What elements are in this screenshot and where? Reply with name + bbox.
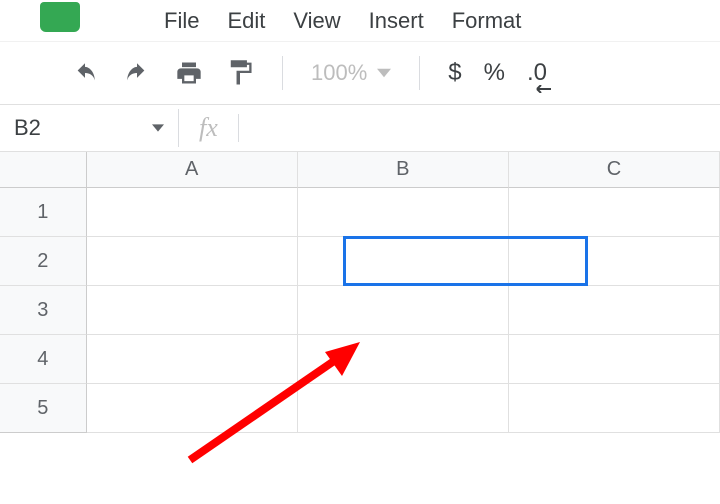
app-logo [40,2,80,32]
format-percent-button[interactable]: % [484,59,505,87]
redo-icon[interactable] [122,62,152,84]
cell-a1[interactable] [87,188,298,237]
column-header-c[interactable]: C [509,152,720,188]
toolbar-divider [419,56,420,90]
menu-format[interactable]: Format [438,8,536,34]
row-header-5[interactable]: 5 [0,384,87,433]
cell-c2[interactable] [509,237,720,286]
cell-b5[interactable] [298,384,509,433]
cell-a3[interactable] [87,286,298,335]
toolbar: 100% $ % .0 [0,42,720,104]
column-header-a[interactable]: A [87,152,298,188]
menu-file[interactable]: File [150,8,213,34]
menu-insert[interactable]: Insert [355,8,438,34]
row-header-2[interactable]: 2 [0,237,87,286]
cell-c3[interactable] [509,286,720,335]
menu-bar: File Edit View Insert Format [0,0,720,42]
column-header-b[interactable]: B [298,152,509,188]
cell-c5[interactable] [509,384,720,433]
row-header-1[interactable]: 1 [0,188,87,237]
row-header-4[interactable]: 4 [0,335,87,384]
select-all-corner[interactable] [0,152,87,188]
cell-b2[interactable] [298,237,509,286]
cell-c4[interactable] [509,335,720,384]
print-icon[interactable] [174,59,204,87]
undo-icon[interactable] [70,62,100,84]
cell-a2[interactable] [87,237,298,286]
fx-label: fx [179,113,238,143]
cell-a4[interactable] [87,335,298,384]
menu-edit[interactable]: Edit [213,8,279,34]
paint-format-icon[interactable] [226,58,254,88]
cell-a5[interactable] [87,384,298,433]
chevron-down-icon [377,68,391,78]
name-box[interactable]: B2 [0,115,178,141]
menu-view[interactable]: View [279,8,354,34]
formula-bar-row: B2 fx [0,104,720,152]
toolbar-divider [282,56,283,90]
cell-b1[interactable] [298,188,509,237]
row-header-3[interactable]: 3 [0,286,87,335]
cell-c1[interactable] [509,188,720,237]
format-currency-button[interactable]: $ [448,59,461,87]
decrease-decimal-button[interactable]: .0 [527,59,547,87]
zoom-value: 100% [311,60,367,86]
chevron-down-icon [152,124,164,132]
cell-b4[interactable] [298,335,509,384]
zoom-dropdown[interactable]: 100% [311,60,391,86]
cell-b3[interactable] [298,286,509,335]
formula-input[interactable] [239,117,720,140]
name-box-value: B2 [14,115,41,141]
spreadsheet-grid: A B C 1 2 3 4 5 [0,152,720,433]
